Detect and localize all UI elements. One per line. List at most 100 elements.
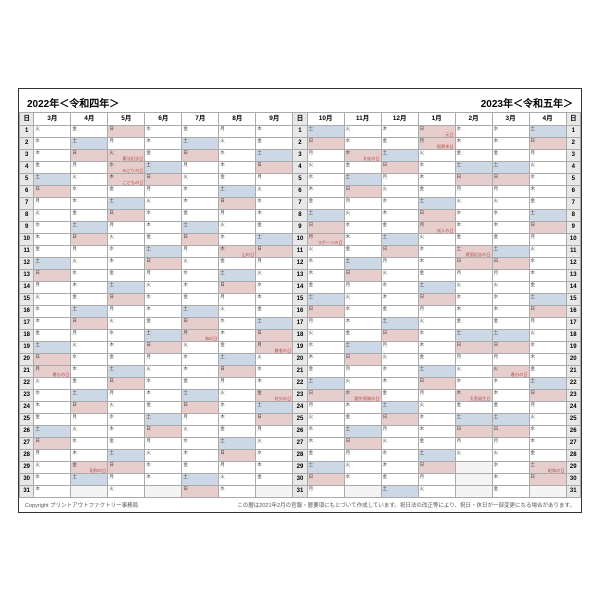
- weekday-label: 金: [346, 330, 351, 336]
- calendar-cell: 金: [108, 437, 145, 449]
- weekday-label: 土: [109, 198, 114, 204]
- calendar-cell: 木: [34, 317, 71, 329]
- weekday-label: 火: [494, 366, 499, 372]
- weekday-label: 水: [183, 186, 188, 192]
- calendar-cell: 土: [381, 317, 418, 329]
- holiday-name: 勤労感謝の日: [354, 396, 379, 401]
- calendar-cell: 月: [182, 245, 219, 257]
- day-number-cell: 19: [566, 341, 580, 353]
- day-number-cell: 22: [20, 377, 34, 389]
- calendar-cell: 木: [182, 281, 219, 293]
- calendar-cell: 水: [455, 293, 492, 305]
- calendar-cell: 金: [71, 293, 108, 305]
- calendar-cell: 日: [145, 341, 182, 353]
- day-number-cell: 20: [20, 353, 34, 365]
- calendar-cell: 火: [256, 353, 293, 365]
- weekday-label: 月: [420, 390, 425, 396]
- calendar-cell: 火: [381, 269, 418, 281]
- weekday-label: 日: [383, 414, 388, 420]
- calendar-cell: 金: [529, 449, 566, 461]
- calendar-cell: 土: [455, 161, 492, 173]
- calendar-cell: 日: [182, 233, 219, 245]
- calendar-cell: 木: [418, 257, 455, 269]
- calendar-cell: 月: [182, 161, 219, 173]
- weekday-label: 火: [109, 486, 114, 492]
- weekday-label: 土: [257, 234, 262, 240]
- weekday-label: 金: [494, 402, 499, 408]
- weekday-label: 日: [183, 234, 188, 240]
- calendar-cell: 土: [529, 125, 566, 137]
- weekday-label: 土: [309, 210, 314, 216]
- weekday-label: 火: [420, 318, 425, 324]
- calendar-cell: 水: [71, 185, 108, 197]
- calendar-cell: 土: [34, 173, 71, 185]
- calendar-cell: 土: [529, 377, 566, 389]
- calendar-cell: [344, 485, 381, 497]
- year-calendar-table: 日3月4月5月6月7月8月9月日10月11月12月1月2月3月4月日 1火金日水…: [19, 112, 581, 498]
- weekday-label: 木: [35, 402, 40, 408]
- weekday-label: 火: [183, 174, 188, 180]
- calendar-cell: 月: [71, 161, 108, 173]
- weekday-label: 土: [420, 282, 425, 288]
- weekday-label: 日: [220, 282, 225, 288]
- calendar-cell: 日: [34, 353, 71, 365]
- weekday-label: 木: [257, 294, 262, 300]
- weekday-label: 水: [309, 426, 314, 432]
- weekday-label: 月: [383, 258, 388, 264]
- calendar-cell: 土: [307, 377, 344, 389]
- weekday-label: 月: [420, 222, 425, 228]
- weekday-label: 木: [257, 378, 262, 384]
- weekday-label: 水: [72, 354, 77, 360]
- calendar-cell: 土昭和の日: [529, 461, 566, 473]
- weekday-label: 日: [257, 246, 262, 252]
- weekday-label: 月: [72, 330, 77, 336]
- calendar-cell: 火: [418, 485, 455, 497]
- calendar-cell: 月: [307, 401, 344, 413]
- calendar-cell: 木: [108, 341, 145, 353]
- calendar-cell: 木: [34, 233, 71, 245]
- holiday-name: 成人の日: [437, 228, 454, 233]
- calendar-cell: 日: [529, 305, 566, 317]
- weekday-label: 土: [257, 402, 262, 408]
- calendar-cell: 金: [34, 161, 71, 173]
- calendar-cell: 火: [344, 125, 381, 137]
- calendar-cell: 金: [219, 425, 256, 437]
- day-number-cell: 4: [20, 161, 34, 173]
- calendar-cell: 金: [256, 137, 293, 149]
- calendar-cell: 日: [256, 413, 293, 425]
- weekday-label: 水: [309, 174, 314, 180]
- weekday-label: 月: [35, 450, 40, 456]
- weekday-label: 火: [35, 294, 40, 300]
- holiday-name: 元日: [445, 132, 453, 137]
- calendar-cell: 日: [307, 305, 344, 317]
- day-number-cell: 10: [293, 233, 307, 245]
- weekday-label: 月: [420, 306, 425, 312]
- weekday-label: 月: [109, 138, 114, 144]
- weekday-label: 土: [457, 330, 462, 336]
- month-header: 1月: [418, 112, 455, 125]
- calendar-cell: 土: [307, 125, 344, 137]
- calendar-cell: 日: [418, 293, 455, 305]
- weekday-label: 水: [531, 426, 536, 432]
- calendar-cell: 水: [34, 221, 71, 233]
- weekday-label: 金: [183, 126, 188, 132]
- weekday-label: 火: [35, 210, 40, 216]
- weekday-label: 金: [494, 234, 499, 240]
- calendar-cell: 土: [492, 161, 529, 173]
- calendar-cell: 火: [418, 401, 455, 413]
- calendar-cell: 日: [71, 149, 108, 161]
- calendar-cell: 月: [529, 233, 566, 245]
- weekday-label: 火: [72, 258, 77, 264]
- calendar-cell: 月: [219, 377, 256, 389]
- calendar-cell: 水: [145, 377, 182, 389]
- calendar-cell: 土: [492, 413, 529, 425]
- calendar-cell: 土: [381, 233, 418, 245]
- weekday-label: 木: [220, 246, 225, 252]
- weekday-label: 土: [383, 150, 388, 156]
- calendar-cell: 月: [34, 449, 71, 461]
- weekday-label: 水: [457, 378, 462, 384]
- calendar-cell: 土: [34, 341, 71, 353]
- weekday-label: 水: [494, 210, 499, 216]
- weekday-label: 月: [183, 162, 188, 168]
- calendar-cell: 火: [492, 197, 529, 209]
